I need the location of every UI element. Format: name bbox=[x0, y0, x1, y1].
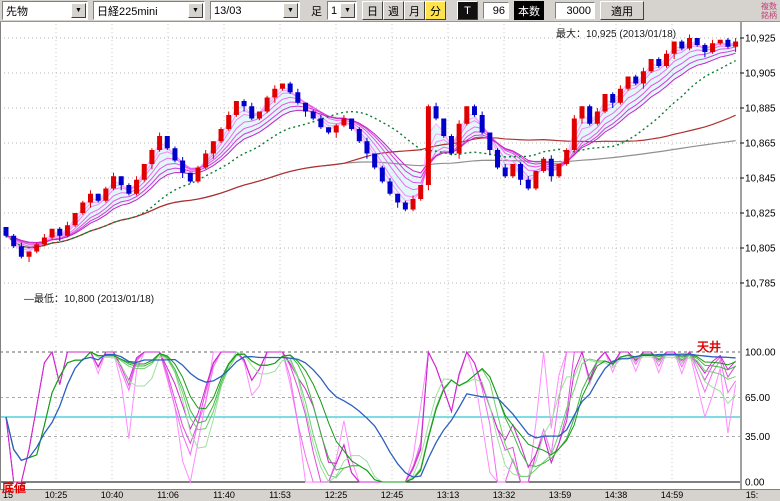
svg-text:65.00: 65.00 bbox=[745, 393, 770, 404]
price-and-oscillator-chart[interactable]: 10,925 10,905 10,885 10,865 10,845 10,825 10,8… bbox=[0, 22, 780, 489]
ceiling-annotation: 天井 bbox=[697, 338, 721, 355]
time-label: 12:45 bbox=[372, 490, 412, 500]
period-minute-button[interactable]: 分 bbox=[425, 1, 446, 20]
svg-text:10,825: 10,825 bbox=[745, 209, 776, 220]
apply-button[interactable]: 適用 bbox=[600, 1, 644, 20]
period-button-group: 日 週 月 分 bbox=[362, 1, 446, 20]
interval-select[interactable]: 1 ▼ bbox=[327, 1, 357, 20]
svg-text:10,805: 10,805 bbox=[745, 244, 776, 255]
time-label: 10:25 bbox=[36, 490, 76, 500]
session-high-annotation: 最大：10,925 (2013/01/18) bbox=[556, 25, 676, 40]
period-week-button[interactable]: 週 bbox=[383, 1, 404, 20]
time-label: 14:38 bbox=[596, 490, 636, 500]
chart-window: 先物 ▼ 日経225mini ▼ 13/03 ▼ 足 1 ▼ 日 週 月 分 T… bbox=[0, 0, 780, 501]
time-label: 14:59 bbox=[652, 490, 692, 500]
t-button[interactable]: T bbox=[457, 1, 478, 20]
toolbar: 先物 ▼ 日経225mini ▼ 13/03 ▼ 足 1 ▼ 日 週 月 分 T… bbox=[0, 0, 780, 22]
time-axis: 1510:2510:4011:0611:4011:5312:2512:4513:… bbox=[0, 489, 780, 501]
floor-annotation: 底値 bbox=[2, 479, 26, 496]
chevron-down-icon[interactable]: ▼ bbox=[283, 3, 298, 18]
timeframe-label: 足 bbox=[311, 3, 322, 19]
svg-text:10,785: 10,785 bbox=[745, 279, 776, 290]
svg-text:10,925: 10,925 bbox=[745, 34, 776, 45]
time-label: 11:06 bbox=[148, 490, 188, 500]
svg-text:10,885: 10,885 bbox=[745, 104, 776, 115]
time-label: 13:59 bbox=[540, 490, 580, 500]
time-label: 11:53 bbox=[260, 490, 300, 500]
time-label: 13:32 bbox=[484, 490, 524, 500]
period-month-button[interactable]: 月 bbox=[404, 1, 425, 20]
time-label: 15: bbox=[732, 490, 772, 500]
svg-text:10,865: 10,865 bbox=[745, 139, 776, 150]
period-day-button[interactable]: 日 bbox=[362, 1, 383, 20]
interval-value: 1 bbox=[328, 5, 337, 17]
multi-symbol-line2: 銘柄 bbox=[761, 11, 777, 20]
chevron-down-icon[interactable]: ▼ bbox=[340, 3, 355, 18]
svg-text:35.00: 35.00 bbox=[745, 432, 770, 443]
time-label: 12:25 bbox=[316, 490, 356, 500]
contract-value: 13/03 bbox=[211, 5, 242, 17]
bars-input[interactable]: 96 bbox=[483, 2, 509, 19]
chart-area[interactable]: 10,925 10,905 10,885 10,865 10,845 10,825 10,8… bbox=[0, 22, 780, 489]
session-low-annotation: ―最低：10,800 (2013/01/18) bbox=[24, 290, 154, 305]
contract-select[interactable]: 13/03 ▼ bbox=[210, 1, 300, 20]
multi-symbol-line1: 複数 bbox=[761, 2, 777, 11]
time-label: 13:13 bbox=[428, 490, 468, 500]
time-label: 11:40 bbox=[204, 490, 244, 500]
instrument-select[interactable]: 先物 ▼ bbox=[2, 1, 88, 20]
bars-label: 本数 bbox=[514, 1, 544, 20]
svg-text:10,905: 10,905 bbox=[745, 69, 776, 80]
symbol-select[interactable]: 日経225mini ▼ bbox=[93, 1, 205, 20]
multi-symbol-label[interactable]: 複数 銘柄 bbox=[761, 2, 778, 20]
count-input[interactable]: 3000 bbox=[555, 2, 595, 19]
time-label: 10:40 bbox=[92, 490, 132, 500]
chevron-down-icon[interactable]: ▼ bbox=[71, 3, 86, 18]
instrument-value: 先物 bbox=[3, 3, 28, 19]
chevron-down-icon[interactable]: ▼ bbox=[188, 3, 203, 18]
svg-text:10,845: 10,845 bbox=[745, 174, 776, 185]
svg-text:100.00: 100.00 bbox=[745, 348, 776, 359]
symbol-value: 日経225mini bbox=[94, 3, 158, 19]
svg-text:0.00: 0.00 bbox=[745, 478, 765, 489]
